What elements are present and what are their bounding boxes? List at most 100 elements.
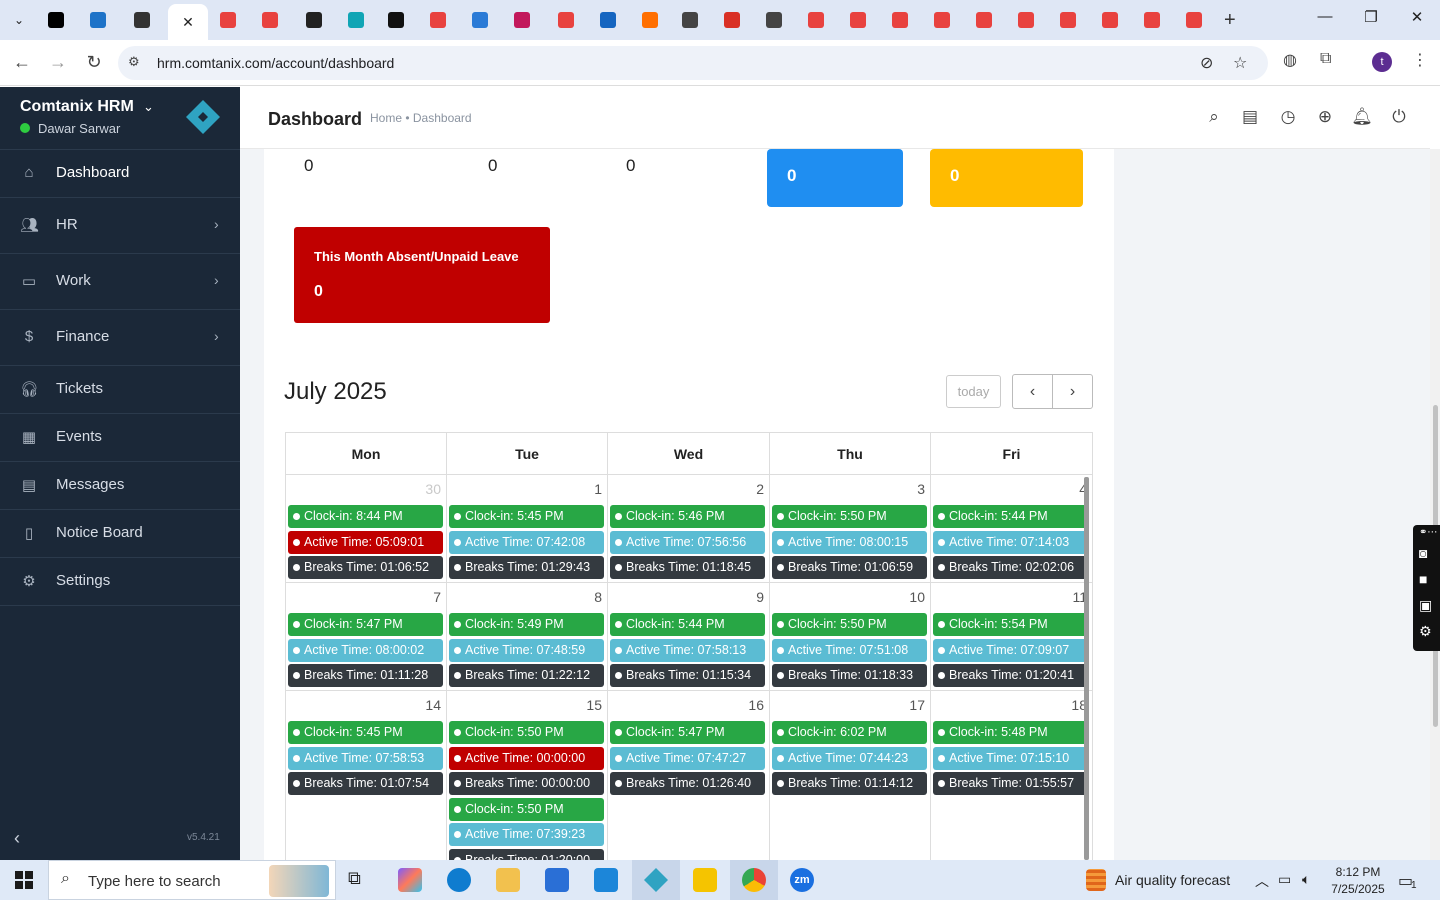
calendar-event[interactable]: Active Time: 00:00:00	[449, 746, 604, 770]
reload-button[interactable]: ↻	[82, 52, 106, 73]
chevron-up-icon[interactable]: ︿	[1255, 871, 1269, 891]
calendar-event[interactable]: Active Time: 07:42:08	[449, 530, 604, 554]
calendar-event[interactable]: Active Time: 07:56:56	[610, 530, 765, 554]
calendar-event[interactable]: Clock-in: 5:48 PM	[933, 721, 1088, 744]
calendar-event[interactable]: Clock-in: 5:44 PM	[610, 613, 765, 636]
calendar-day-cell[interactable]: 3 Clock-in: 5:50 PM Active Time: 08:00:15 B…	[770, 475, 931, 583]
calendar-event[interactable]: Active Time: 07:51:08	[772, 638, 927, 662]
browser-tab[interactable]	[754, 6, 794, 34]
browser-tab[interactable]	[502, 6, 542, 34]
browser-tab[interactable]	[36, 6, 76, 34]
calendar-event[interactable]: Clock-in: 5:50 PM	[772, 505, 927, 528]
calendar-event[interactable]: Clock-in: 5:45 PM	[288, 721, 443, 744]
calendar-event[interactable]: Breaks Time: 01:06:52	[288, 556, 443, 579]
calendar-event[interactable]: Clock-in: 5:50 PM	[449, 797, 604, 821]
calendar-event[interactable]: Clock-in: 5:50 PM	[772, 613, 927, 636]
calendar-day-number[interactable]: 3	[917, 481, 925, 497]
calendar-day-cell[interactable]: 11 Clock-in: 5:54 PM Active Time: 07:09:07…	[931, 583, 1093, 691]
gear-icon[interactable]: ⚙	[1419, 623, 1432, 640]
browser-tab[interactable]	[1174, 6, 1214, 34]
calendar-scrollbar[interactable]	[1084, 477, 1089, 860]
browser-tab[interactable]	[1048, 6, 1088, 34]
calendar-day-cell[interactable]: 8 Clock-in: 5:49 PM Active Time: 07:48:59 B…	[447, 583, 608, 691]
calendar-event[interactable]: Clock-in: 5:46 PM	[610, 505, 765, 528]
air-quality-icon[interactable]	[1086, 869, 1106, 891]
stat-box-blue[interactable]: 0	[767, 149, 903, 207]
browser-tab[interactable]	[208, 6, 248, 34]
calendar-event[interactable]: Clock-in: 5:50 PM	[449, 721, 604, 744]
sidebar-item-dashboard[interactable]: ⌂ Dashboard	[0, 150, 240, 198]
calendar-event[interactable]: Active Time: 07:09:07	[933, 638, 1088, 662]
browser-tab[interactable]	[460, 6, 500, 34]
browser-tab[interactable]	[418, 6, 458, 34]
sidebar-item-events[interactable]: ▦ Events	[0, 414, 240, 462]
calendar-event[interactable]: Clock-in: 8:44 PM	[288, 505, 443, 528]
sticky-notes-icon[interactable]	[693, 868, 717, 892]
calendar-event[interactable]: Breaks Time: 01:55:57	[933, 772, 1088, 795]
sidebar-item-notice-board[interactable]: ▯ Notice Board	[0, 510, 240, 558]
browser-tab[interactable]	[78, 6, 118, 34]
calendar-day-cell[interactable]: 17 Clock-in: 6:02 PM Active Time: 07:44:23…	[770, 691, 931, 860]
calendar-day-number[interactable]: 17	[909, 697, 925, 713]
absent-leave-box[interactable]: This Month Absent/Unpaid Leave 0	[294, 227, 550, 323]
weather-widget[interactable]: Air quality forecast	[1115, 872, 1230, 888]
address-bar[interactable]: ⚙ hrm.comtanix.com/account/dashboard ⊘ ☆	[118, 46, 1268, 80]
calendar-day-cell[interactable]: 30 Clock-in: 8:44 PM Active Time: 05:09:01…	[286, 475, 447, 583]
window-icon[interactable]: ▣	[1419, 597, 1432, 614]
collapse-sidebar-icon[interactable]: ‹	[14, 828, 20, 849]
browser-tab[interactable]	[250, 6, 290, 34]
calendar-day-cell[interactable]: 15 Clock-in: 5:50 PM Active Time: 00:00:00…	[447, 691, 608, 860]
new-tab-button[interactable]: +	[1224, 9, 1236, 32]
calendar-day-number[interactable]: 2	[756, 481, 764, 497]
browser-tab[interactable]	[670, 6, 710, 34]
calendar-event[interactable]: Active Time: 07:48:59	[449, 638, 604, 662]
calendar-event[interactable]: Active Time: 08:00:15	[772, 530, 927, 554]
calendar-event[interactable]: Active Time: 07:58:53	[288, 746, 443, 770]
calendar-day-cell[interactable]: 2 Clock-in: 5:46 PM Active Time: 07:56:56 B…	[608, 475, 770, 583]
browser-tab[interactable]	[712, 6, 752, 34]
calendar-event[interactable]: Clock-in: 5:45 PM	[449, 505, 604, 528]
edge-icon[interactable]	[447, 868, 471, 892]
today-button[interactable]: today	[946, 375, 1001, 408]
address-url[interactable]: hrm.comtanix.com/account/dashboard	[157, 55, 394, 71]
calendar-day-cell[interactable]: 14 Clock-in: 5:45 PM Active Time: 07:58:53…	[286, 691, 447, 860]
prev-month-button[interactable]: ‹	[1012, 374, 1053, 409]
calendar-event[interactable]: Breaks Time: 01:18:33	[772, 664, 927, 687]
browser-tab[interactable]	[376, 6, 416, 34]
site-settings-icon[interactable]: ⚙	[128, 54, 140, 70]
link-icon[interactable]: ⚭⋯	[1419, 527, 1437, 538]
calendar-day-number[interactable]: 14	[425, 697, 441, 713]
browser-tab[interactable]	[122, 6, 162, 34]
taskbar-search[interactable]: ⌕ Type here to search	[48, 860, 336, 900]
calendar-event[interactable]: Active Time: 07:15:10	[933, 746, 1088, 770]
restore-button[interactable]: ❐	[1356, 8, 1386, 26]
calendar-day-cell[interactable]: 1 Clock-in: 5:45 PM Active Time: 07:42:08 B…	[447, 475, 608, 583]
sidebar-item-hr[interactable]: 👥︎ HR ›	[0, 198, 240, 254]
copilot-icon[interactable]	[398, 868, 422, 892]
bookmark-star-icon[interactable]: ☆	[1233, 53, 1247, 73]
search-icon[interactable]: ⌕	[1203, 107, 1225, 127]
power-icon[interactable]: ⏻	[1388, 107, 1410, 127]
calendar-day-number[interactable]: 7	[433, 589, 441, 605]
calendar-event[interactable]: Active Time: 07:47:27	[610, 746, 765, 770]
calendar-event[interactable]: Active Time: 05:09:01	[288, 530, 443, 554]
calendar-day-number[interactable]: 15	[586, 697, 602, 713]
sidebar-item-work[interactable]: ▭ Work ›	[0, 254, 240, 310]
calendar-day-number[interactable]: 8	[594, 589, 602, 605]
calendar-event[interactable]: Breaks Time: 02:02:06	[933, 556, 1088, 579]
close-window-button[interactable]: ✕	[1402, 8, 1432, 26]
calendar-event[interactable]: Breaks Time: 01:06:59	[772, 556, 927, 579]
calendar-event[interactable]: Breaks Time: 01:11:28	[288, 664, 443, 687]
minimize-button[interactable]: —	[1310, 8, 1340, 25]
volume-icon[interactable]: 🔈︎	[1302, 871, 1310, 888]
back-button[interactable]: ←	[10, 52, 34, 73]
calendar-event[interactable]: Breaks Time: 01:20:41	[933, 664, 1088, 687]
calendar-day-number[interactable]: 1	[594, 481, 602, 497]
calendar-day-cell[interactable]: 9 Clock-in: 5:44 PM Active Time: 07:58:13 B…	[608, 583, 770, 691]
calendar-event[interactable]: Breaks Time: 01:26:40	[610, 772, 765, 795]
breadcrumb[interactable]: Home • Dashboard	[370, 111, 472, 125]
stat-box-yellow[interactable]: 0	[930, 149, 1083, 207]
calendar-event[interactable]: Active Time: 07:39:23	[449, 823, 604, 846]
brand-name[interactable]: Comtanix HRM	[20, 98, 134, 116]
browser-tab[interactable]	[1090, 6, 1130, 34]
